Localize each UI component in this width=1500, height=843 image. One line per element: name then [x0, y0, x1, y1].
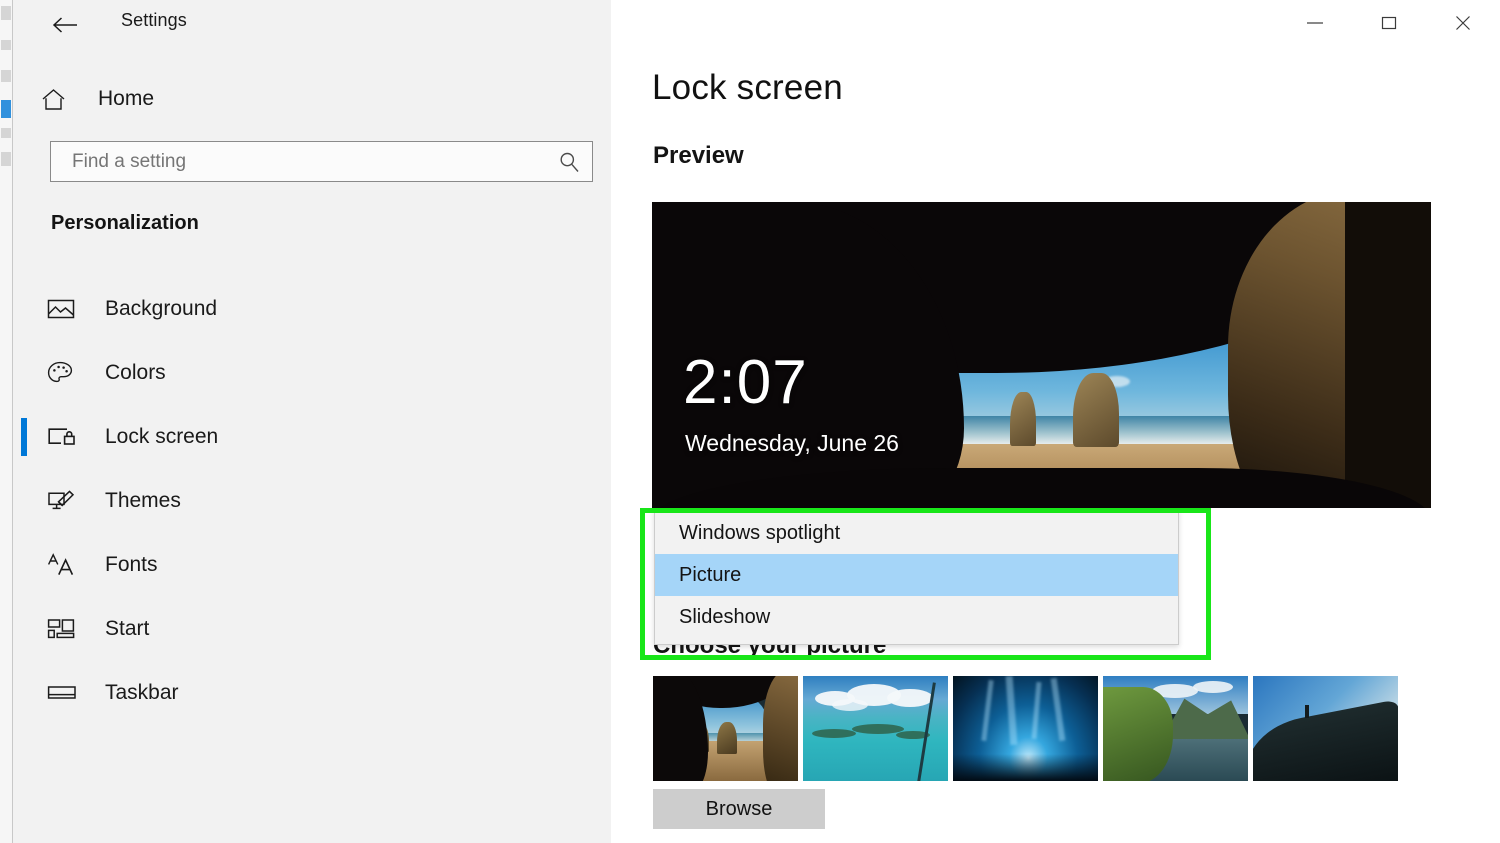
sidebar-item-taskbar[interactable]: Taskbar [13, 661, 611, 725]
sidebar-item-colors-label: Colors [105, 361, 166, 384]
palette-icon [47, 361, 93, 385]
taskbar-icon [47, 684, 93, 702]
dropdown-option-picture[interactable]: Picture [655, 554, 1178, 596]
background-window-sliver [0, 0, 13, 843]
browse-button[interactable]: Browse [653, 789, 825, 829]
fjord-lake-thumbnail[interactable] [1103, 676, 1248, 781]
sidebar-section-header: Personalization [51, 212, 199, 234]
sidebar-item-home[interactable]: Home [41, 78, 371, 120]
sidebar-nav-list: Background Colors Lock screen Themes Fon… [13, 277, 611, 725]
sidebar-item-themes[interactable]: Themes [13, 469, 611, 533]
window-controls [1278, 0, 1500, 46]
settings-content: Lock screen Preview 2:07 Wednesday, June… [611, 0, 1500, 843]
sidebar-item-themes-label: Themes [105, 489, 181, 512]
maximize-icon[interactable] [1352, 0, 1426, 46]
sidebar-item-background[interactable]: Background [13, 277, 611, 341]
sidebar-item-start[interactable]: Start [13, 597, 611, 661]
sidebar-item-fonts-label: Fonts [105, 553, 158, 576]
preview-section-label: Preview [653, 142, 744, 169]
start-tiles-icon [47, 618, 93, 640]
lock-screen-icon [47, 426, 93, 448]
image-icon [47, 298, 93, 320]
search-box[interactable] [50, 141, 593, 182]
sidebar-item-fonts[interactable]: Fonts [13, 533, 611, 597]
settings-sidebar: Settings Home Personalization [13, 0, 611, 843]
dropdown-option-slideshow[interactable]: Slideshow [655, 596, 1178, 638]
fonts-icon [47, 553, 93, 577]
page-title: Lock screen [652, 68, 843, 107]
selection-indicator [21, 418, 27, 456]
minimize-icon[interactable] [1278, 0, 1352, 46]
ice-cave-thumbnail[interactable] [953, 676, 1098, 781]
tropical-lagoon-thumbnail[interactable] [803, 676, 948, 781]
lock-screen-time: 2:07 [683, 348, 808, 417]
search-input[interactable] [51, 142, 546, 181]
sidebar-item-lock-screen[interactable]: Lock screen [13, 405, 611, 469]
picture-thumbnail-list [653, 676, 1398, 781]
settings-window: Settings Home Personalization [0, 0, 1500, 843]
dropdown-option-windows-spotlight[interactable]: Windows spotlight [655, 512, 1178, 554]
sidebar-item-start-label: Start [105, 617, 150, 640]
background-dropdown-list[interactable]: Windows spotlight Picture Slideshow [654, 510, 1179, 645]
lock-screen-date: Wednesday, June 26 [685, 430, 899, 456]
app-title: Settings [121, 10, 187, 30]
search-icon[interactable] [546, 151, 592, 173]
title-bar: Settings [13, 0, 611, 48]
sidebar-item-home-label: Home [98, 87, 155, 110]
brush-icon [47, 489, 93, 513]
sidebar-item-background-label: Background [105, 297, 218, 320]
cave-beach-thumbnail[interactable] [653, 676, 798, 781]
lock-screen-preview: 2:07 Wednesday, June 26 [652, 202, 1431, 508]
cliff-dusk-thumbnail[interactable] [1253, 676, 1398, 781]
back-arrow-icon[interactable] [41, 6, 89, 44]
sidebar-item-taskbar-label: Taskbar [105, 681, 179, 704]
sidebar-item-lock-screen-label: Lock screen [105, 425, 219, 448]
sidebar-item-colors[interactable]: Colors [13, 341, 611, 405]
home-icon [41, 88, 81, 111]
close-icon[interactable] [1426, 0, 1500, 46]
